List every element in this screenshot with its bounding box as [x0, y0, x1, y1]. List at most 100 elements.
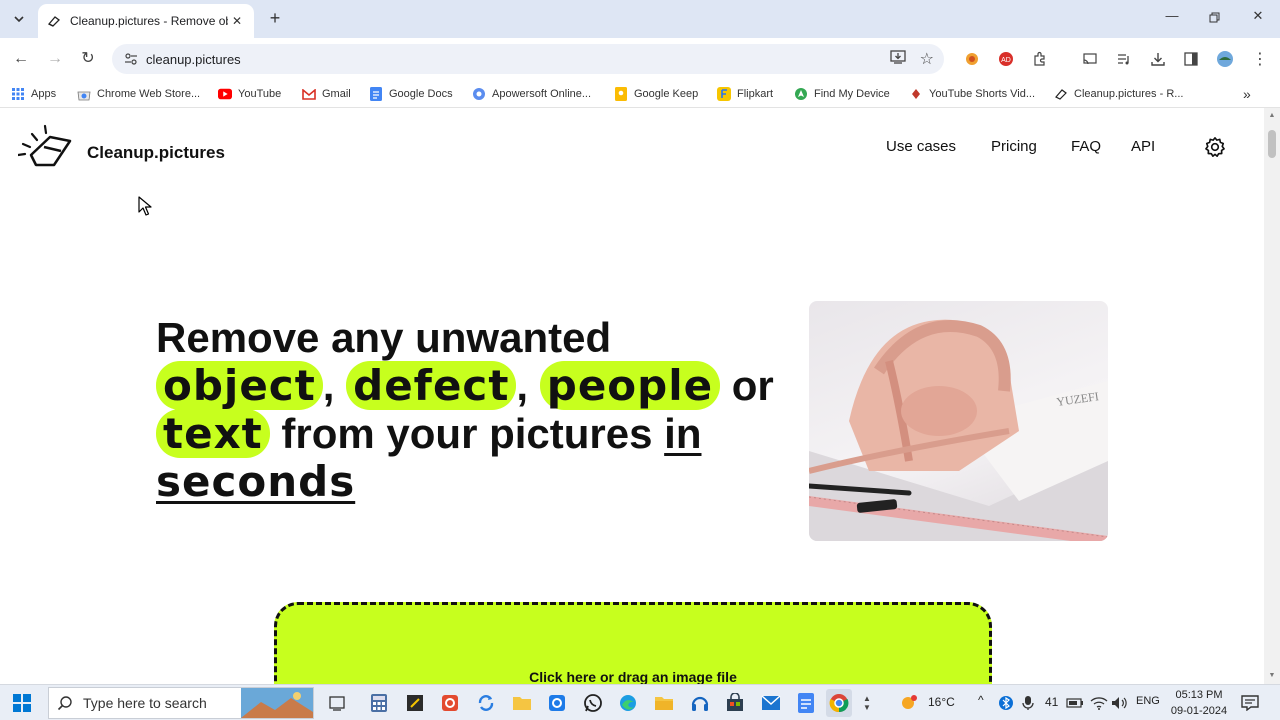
more-bookmarks-chevron-icon[interactable]: » — [1243, 85, 1251, 103]
install-app-icon[interactable] — [890, 49, 906, 70]
input-language[interactable]: ENG — [1136, 695, 1160, 707]
bookmark-find-my-device[interactable]: Find My Device — [794, 85, 890, 103]
apowersoft-icon — [472, 87, 486, 101]
bookmark-apps[interactable]: Apps — [11, 85, 56, 103]
notification-center-icon[interactable] — [1238, 691, 1262, 715]
cast-icon[interactable] — [1080, 49, 1100, 69]
task-view-icon[interactable] — [325, 691, 349, 715]
cleanup-pictures-icon — [1054, 87, 1068, 101]
underline-in: in — [664, 410, 702, 457]
bluetooth-icon[interactable] — [997, 691, 1015, 715]
highlight-object: object — [156, 361, 323, 410]
forward-arrow-icon[interactable]: → — [44, 48, 66, 70]
volume-speaker-icon[interactable] — [1110, 691, 1130, 715]
microphone-icon[interactable] — [1019, 691, 1037, 715]
restore-icon[interactable] — [1203, 8, 1227, 30]
url-text[interactable]: cleanup.pictures — [146, 52, 890, 67]
clock-time: 05:13 PM — [1175, 689, 1223, 701]
brand-name[interactable]: Cleanup.pictures — [87, 143, 225, 163]
sync-app-icon[interactable] — [474, 691, 498, 715]
upload-label: Click here or drag an image file — [529, 669, 737, 684]
headset-app-icon[interactable] — [688, 691, 712, 715]
minimize-icon[interactable]: — — [1160, 8, 1184, 30]
bookmark-youtube-shorts[interactable]: YouTube Shorts Vid... — [909, 85, 1035, 103]
explorer-folder-icon[interactable] — [652, 691, 676, 715]
sticky-notes-app-icon[interactable] — [403, 691, 427, 715]
windows-taskbar: Type here to search ▲ ▼ 16°C ^ 41 ENG 05… — [0, 684, 1280, 720]
bookmark-star-icon[interactable]: ☆ — [920, 49, 934, 69]
page-scrollbar[interactable]: ▲ ▼ — [1264, 108, 1280, 684]
highlight-people: people — [539, 361, 721, 410]
chrome-app-icon[interactable] — [826, 689, 852, 717]
highlight-defect: defect — [346, 361, 517, 410]
address-bar[interactable]: cleanup.pictures ☆ — [112, 44, 944, 74]
tab-search-button[interactable] — [8, 8, 30, 30]
cleanup-logo-icon[interactable] — [18, 124, 72, 168]
youtube-icon — [218, 87, 232, 101]
edge-browser-icon[interactable] — [616, 691, 640, 715]
upload-dropzone[interactable]: Click here or drag an image file — [274, 602, 992, 684]
pink-bag-photo-icon: YUZEFI — [809, 319, 1108, 541]
bookmark-google-keep[interactable]: Google Keep — [614, 85, 698, 103]
new-tab-icon[interactable]: + — [264, 8, 286, 30]
hero-headline: Remove any unwanted object, defect, peop… — [156, 314, 774, 506]
profile-avatar-icon[interactable] — [1215, 49, 1235, 69]
nav-api[interactable]: API — [1131, 138, 1155, 155]
taskbar-search-box[interactable]: Type here to search — [48, 687, 314, 719]
wifi-icon[interactable] — [1089, 691, 1109, 715]
bookmark-gmail[interactable]: Gmail — [302, 85, 351, 103]
settings-gear-icon[interactable] — [1204, 136, 1226, 158]
file-explorer-icon[interactable] — [510, 691, 534, 715]
highlight-text: text — [156, 409, 270, 458]
gmail-icon — [302, 87, 316, 101]
office-app-icon[interactable] — [438, 691, 462, 715]
tray-badge-count[interactable]: 41 — [1045, 695, 1058, 709]
site-info-icon[interactable] — [122, 50, 140, 68]
extension-1-icon[interactable] — [962, 49, 982, 69]
hero-line1: Remove any unwanted — [156, 314, 612, 361]
nav-pricing[interactable]: Pricing — [991, 138, 1037, 155]
page-viewport: Cleanup.pictures Use cases Pricing FAQ A… — [0, 108, 1264, 684]
browser-app-icon[interactable] — [545, 691, 569, 715]
taskbar-search-placeholder: Type here to search — [83, 695, 207, 711]
bookmarks-bar: Apps Chrome Web Store... YouTube Gmail G… — [0, 80, 1280, 108]
side-panel-icon[interactable] — [1181, 49, 1201, 69]
adblock-extension-icon[interactable]: AD — [996, 49, 1016, 69]
store-app-icon[interactable] — [723, 691, 747, 715]
whatsapp-icon[interactable] — [581, 691, 605, 715]
battery-icon[interactable] — [1064, 691, 1086, 715]
hero-image: YUZEFI — [809, 301, 1108, 541]
media-control-icon[interactable] — [1114, 49, 1134, 69]
back-arrow-icon[interactable]: ← — [10, 48, 32, 70]
chevron-down-icon — [14, 16, 24, 23]
reload-icon[interactable]: ↻ — [77, 48, 99, 70]
docs-app-icon[interactable] — [794, 691, 818, 715]
scroll-down-arrow-icon[interactable]: ▼ — [1268, 672, 1276, 680]
close-tab-icon[interactable]: ✕ — [228, 14, 246, 28]
bookmark-google-docs[interactable]: Google Docs — [369, 85, 453, 103]
windows-start-icon[interactable] — [12, 693, 32, 713]
tab-title: Cleanup.pictures - Remove obj — [70, 14, 228, 28]
mail-app-icon[interactable] — [759, 691, 783, 715]
active-tab[interactable]: Cleanup.pictures - Remove obj ✕ — [38, 4, 254, 38]
menu-kebab-icon[interactable]: ⋮ — [1250, 49, 1270, 69]
tab-strip: Cleanup.pictures - Remove obj ✕ + — ✕ — [0, 0, 1280, 38]
scroll-up-arrow-icon[interactable]: ▲ — [1268, 112, 1276, 120]
bookmark-chrome-web-store[interactable]: Chrome Web Store... — [77, 85, 200, 103]
nav-faq[interactable]: FAQ — [1071, 138, 1101, 155]
scroll-thumb[interactable] — [1268, 130, 1276, 158]
nav-use-cases[interactable]: Use cases — [886, 138, 956, 155]
calculator-app-icon[interactable] — [367, 691, 391, 715]
weather-temperature[interactable]: 16°C — [928, 695, 955, 709]
taskbar-scroll-arrows-icon[interactable]: ▲ ▼ — [860, 691, 874, 715]
close-window-icon[interactable]: ✕ — [1246, 8, 1270, 30]
bookmark-flipkart[interactable]: Flipkart — [717, 85, 773, 103]
extensions-puzzle-icon[interactable] — [1030, 49, 1050, 69]
weather-icon[interactable] — [897, 691, 921, 715]
bookmark-cleanup-pictures[interactable]: Cleanup.pictures - R... — [1054, 85, 1183, 103]
bookmark-apowersoft[interactable]: Apowersoft Online... — [472, 85, 591, 103]
download-icon[interactable] — [1148, 49, 1168, 69]
system-clock[interactable]: 05:13 PM 09-01-2024 — [1166, 687, 1232, 719]
tray-overflow-chevron-icon[interactable]: ^ — [978, 693, 984, 707]
bookmark-youtube[interactable]: YouTube — [218, 85, 281, 103]
